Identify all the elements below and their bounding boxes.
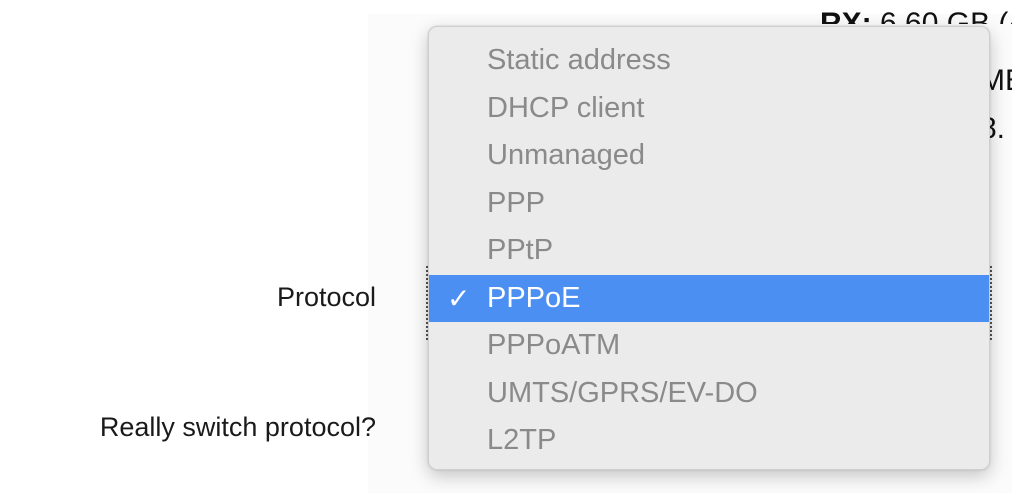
menu-item-label: UMTS/GPRS/EV-DO [487,376,758,409]
menu-item-ppp[interactable]: PPP [429,180,989,228]
menu-item-label: PPPoE [487,281,581,314]
menu-item-label: L2TP [487,424,557,456]
menu-item-label: DHCP client [487,91,645,124]
rx-value: 6.60 GB (4 [880,7,1012,24]
rx-label: RX: [820,7,872,24]
menu-item-pppoatm[interactable]: PPPoATM [429,322,989,370]
switch-protocol-label: Really switch protocol? [99,412,376,442]
menu-item-unmanaged[interactable]: Unmanaged [429,132,989,180]
menu-item-label: PPPoATM [487,329,621,361]
menu-item-l2tp[interactable]: L2TP [429,417,989,465]
menu-item-dhcp-client[interactable]: DHCP client [429,85,989,133]
checkmark-icon: ✓ [447,282,471,314]
protocol-dropdown-menu[interactable]: Static address DHCP client Unmanaged PPP… [428,26,990,470]
menu-item-umts-gprs-evdo[interactable]: UMTS/GPRS/EV-DO [429,370,989,418]
menu-item-static-address[interactable]: Static address [429,37,989,85]
menu-item-label: PPtP [487,234,554,266]
protocol-settings-view: RX: 6.60 GB (4 MB 8. Protocol Really swi… [0,0,1012,493]
menu-item-label: Unmanaged [487,139,645,171]
rx-traffic-readout: RX: 6.60 GB (4 [820,4,1012,24]
menu-item-pppoe[interactable]: ✓ PPPoE [429,274,989,322]
menu-item-label: PPP [487,186,546,219]
menu-item-label: Static address [487,44,671,76]
protocol-select-edge [990,266,992,340]
protocol-label: Protocol [276,282,376,312]
menu-item-pptp[interactable]: PPtP [429,227,989,275]
